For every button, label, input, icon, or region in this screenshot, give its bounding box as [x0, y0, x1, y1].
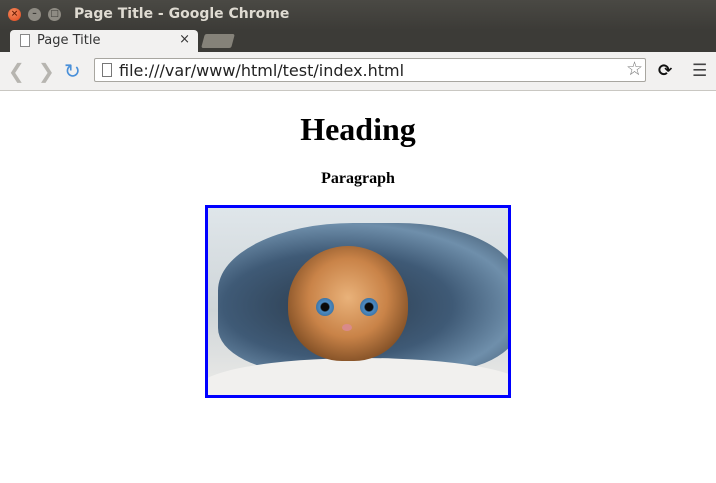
- tab-label: Page Title: [37, 33, 101, 48]
- back-arrow-icon[interactable]: ❮: [8, 59, 25, 83]
- kitten-left-eye: [316, 298, 334, 316]
- url-text[interactable]: file:///var/www/html/test/index.html: [119, 61, 404, 80]
- tab-strip: Page Title ×: [0, 30, 716, 52]
- page-content: Heading Paragraph: [0, 91, 716, 483]
- kitten-right-eye: [360, 298, 378, 316]
- page-heading: Heading: [300, 111, 416, 147]
- window-titlebar: × – □ Page Title - Google Chrome: [0, 0, 716, 30]
- window-minimize-button[interactable]: –: [28, 8, 41, 21]
- star-icon[interactable]: ☆: [626, 58, 643, 80]
- tab-close-icon[interactable]: ×: [179, 32, 190, 47]
- browser-toolbar: ❮ ❯ ↻ file:///var/www/html/test/index.ht…: [0, 52, 716, 91]
- reload-icon[interactable]: ↻: [64, 59, 81, 83]
- kitten-face: [288, 246, 408, 361]
- page-icon: [102, 63, 112, 77]
- white-cloth: [208, 358, 508, 395]
- kitten-image: [205, 205, 511, 398]
- tab-page-title[interactable]: Page Title ×: [10, 30, 198, 52]
- window-close-button[interactable]: ×: [8, 8, 21, 21]
- hamburger-menu-icon[interactable]: ☰: [692, 61, 707, 81]
- extension-icon[interactable]: ⟳: [658, 61, 672, 81]
- new-tab-button[interactable]: [201, 34, 235, 48]
- window-title: Page Title - Google Chrome: [74, 6, 290, 22]
- address-bar[interactable]: file:///var/www/html/test/index.html ☆: [94, 58, 646, 82]
- page-icon: [20, 34, 30, 47]
- forward-arrow-icon[interactable]: ❯: [38, 59, 55, 83]
- page-paragraph: Paragraph: [321, 170, 395, 187]
- kitten-nose: [342, 324, 352, 331]
- window-maximize-button[interactable]: □: [48, 8, 61, 21]
